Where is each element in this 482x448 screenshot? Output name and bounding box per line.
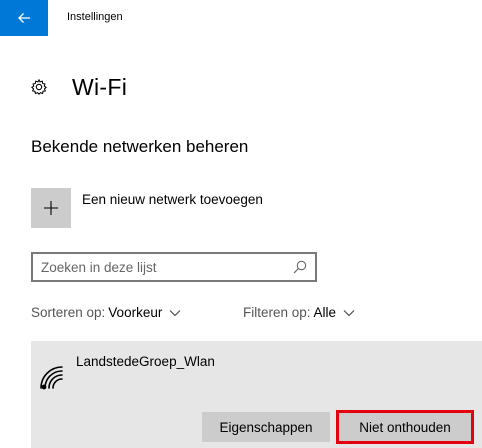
sort-value: Voorkeur — [108, 305, 163, 320]
back-button[interactable] — [0, 0, 48, 36]
section-title: Bekende netwerken beheren — [31, 137, 249, 156]
chevron-down-icon — [343, 309, 355, 316]
gear-icon — [31, 78, 47, 95]
title-bar: Instellingen — [0, 0, 482, 36]
search-icon[interactable] — [293, 260, 307, 274]
add-network-tile[interactable] — [31, 188, 71, 228]
search-input[interactable] — [41, 259, 293, 275]
page-title: Wi-Fi — [72, 73, 128, 100]
add-network-label: Een nieuw netwerk toevoegen — [82, 192, 263, 207]
filter-value: Alle — [313, 305, 337, 320]
plus-icon — [44, 201, 58, 215]
page-header: Wi-Fi — [30, 72, 127, 102]
wifi-icon — [40, 366, 63, 390]
forget-button[interactable]: Niet onthouden — [336, 410, 474, 444]
properties-button[interactable]: Eigenschappen — [202, 412, 330, 442]
filter-label: Filteren op: — [243, 305, 311, 320]
arrow-left-icon — [18, 13, 30, 23]
network-name: LandstedeGroep_Wlan — [76, 354, 215, 369]
network-list-item[interactable]: LandstedeGroep_Wlan Eigenschappen Niet o… — [31, 341, 482, 448]
add-network-button[interactable]: Een nieuw netwerk toevoegen — [31, 188, 263, 228]
app-title: Instellingen — [67, 11, 123, 23]
filter-dropdown[interactable]: Filteren op: Alle — [243, 305, 355, 320]
search-box[interactable] — [31, 252, 317, 282]
sort-label: Sorteren op: — [31, 305, 106, 320]
chevron-down-icon — [169, 309, 181, 316]
sort-dropdown[interactable]: Sorteren op: Voorkeur — [31, 305, 181, 320]
